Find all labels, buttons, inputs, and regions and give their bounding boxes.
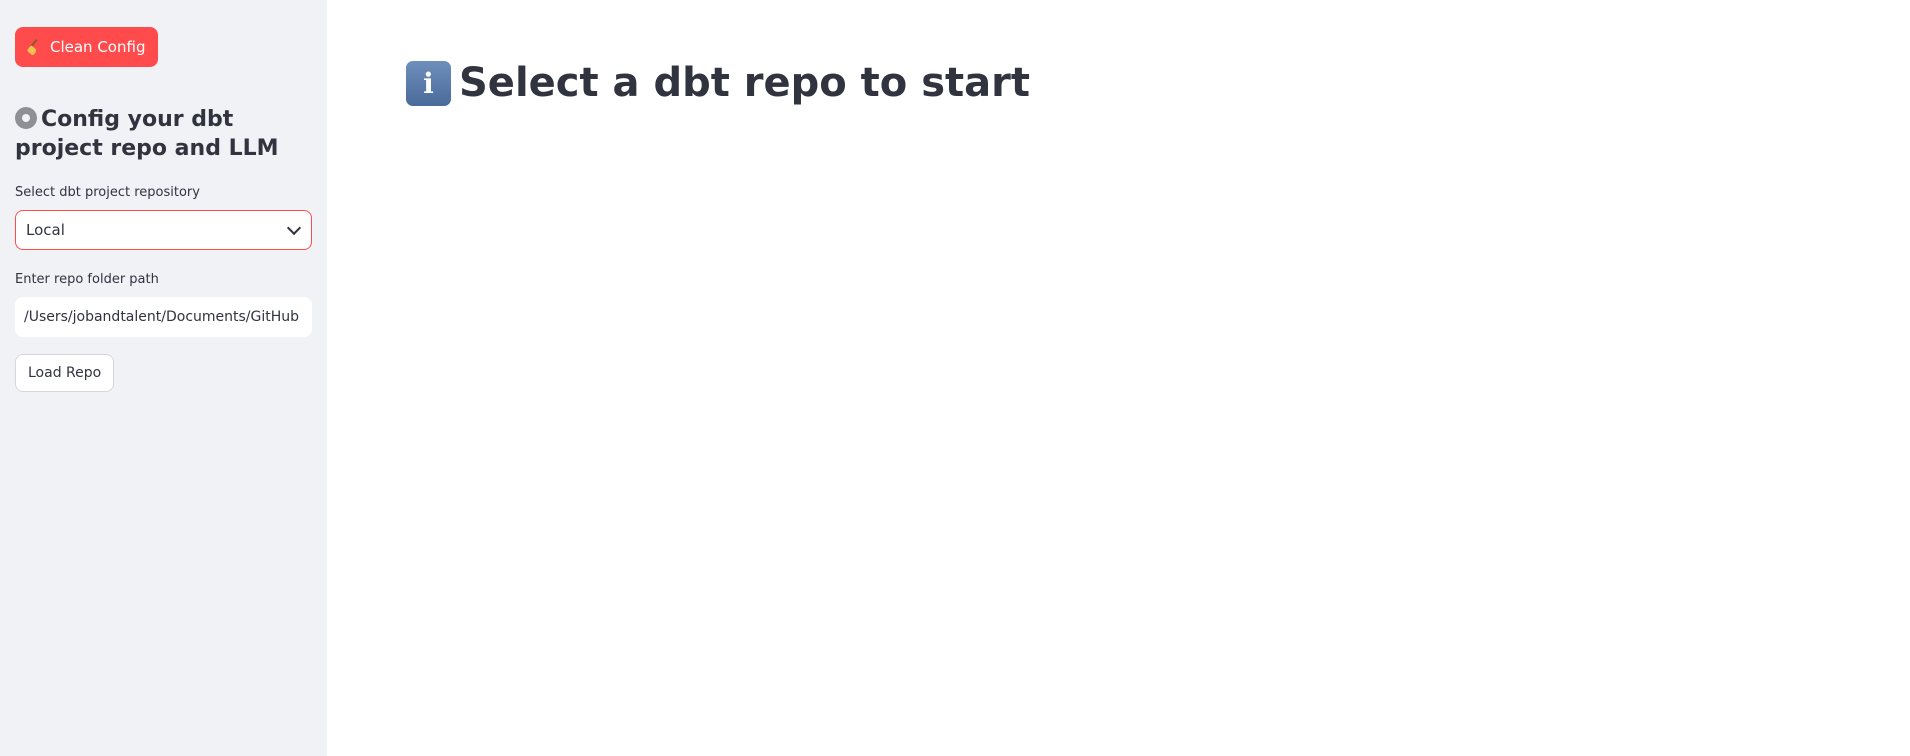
broom-icon bbox=[28, 39, 44, 55]
repo-select-label: Select dbt project repository bbox=[15, 185, 200, 200]
info-icon: i bbox=[406, 60, 451, 106]
page-title-text: Select a dbt repo to start bbox=[459, 60, 1030, 106]
repo-path-label: Enter repo folder path bbox=[15, 272, 159, 287]
repo-select[interactable]: Local bbox=[15, 210, 312, 250]
repo-select-value: Local bbox=[26, 221, 65, 239]
clean-config-label: Clean Config bbox=[50, 38, 146, 56]
repo-path-input[interactable] bbox=[15, 297, 312, 337]
page-title: i Select a dbt repo to start bbox=[406, 60, 1030, 106]
sidebar-heading-text: Config your dbt project repo and LLM bbox=[15, 107, 279, 161]
app-root: Clean Config Config your dbt project rep… bbox=[0, 0, 1910, 756]
gear-icon bbox=[15, 107, 37, 129]
chevron-down-icon bbox=[286, 220, 302, 235]
main-content: i Select a dbt repo to start bbox=[327, 0, 1910, 756]
clean-config-button[interactable]: Clean Config bbox=[15, 27, 159, 67]
load-repo-button[interactable]: Load Repo bbox=[15, 354, 115, 392]
sidebar: Clean Config Config your dbt project rep… bbox=[0, 0, 327, 756]
sidebar-heading: Config your dbt project repo and LLM bbox=[15, 105, 312, 163]
